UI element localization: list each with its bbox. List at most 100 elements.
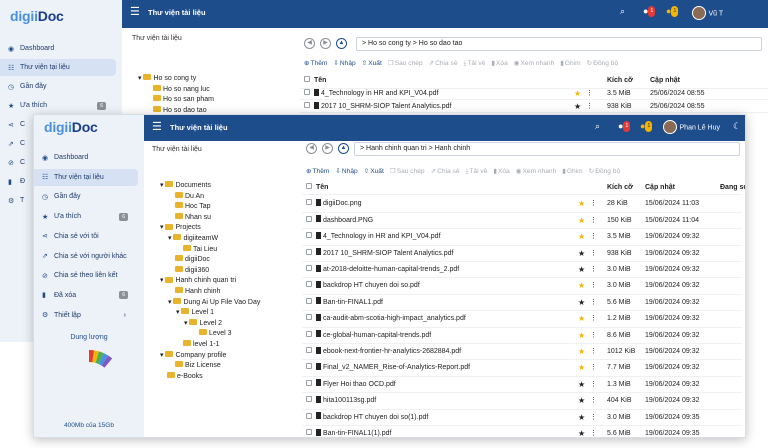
row-checkbox[interactable] bbox=[306, 426, 312, 437]
tree-folder[interactable]: ▾ Dung Ai Up File Vao Day bbox=[160, 297, 260, 309]
sidebar-item-library[interactable]: ☷ Thư viện tại liệu bbox=[0, 59, 116, 76]
sidebar-item-share-other[interactable]: ⇗ Chia sẻ với người khác bbox=[34, 248, 138, 265]
sidebar-item-clock[interactable]: ◷ Gần đây bbox=[0, 78, 116, 95]
file-name[interactable]: ce-global-human-capital-trends.pdf bbox=[316, 328, 574, 344]
row-checkbox[interactable] bbox=[304, 100, 310, 113]
more-options-icon[interactable]: ⋮ bbox=[590, 196, 597, 212]
column-header-size[interactable]: Kích cỡ bbox=[607, 180, 633, 196]
toolbar-button-plus[interactable]: ⊕Thêm bbox=[304, 60, 327, 67]
favorite-star-icon[interactable]: ★ bbox=[574, 100, 581, 113]
table-row[interactable]: 2017 10_SHRM-SIOP Talent Analytics.pdf ★ ⋮… bbox=[302, 246, 742, 262]
sidebar-item-dashboard[interactable]: ◉ Dashboard bbox=[0, 40, 116, 57]
app-logo[interactable]: digiiDoc bbox=[44, 119, 98, 135]
toolbar-button-preview[interactable]: ◉Xem nhanh bbox=[516, 168, 557, 175]
column-header-size[interactable]: Kích cỡ bbox=[607, 74, 633, 87]
sidebar-item-star[interactable]: ★ Ưa thích 6 bbox=[0, 97, 116, 114]
tree-folder[interactable]: Hoc Tap bbox=[160, 202, 260, 213]
favorite-star-icon[interactable]: ★ bbox=[578, 344, 585, 360]
tree-folder[interactable]: ▾ Ho so cong ty bbox=[138, 74, 214, 85]
tree-folder[interactable]: Ho so nang luc bbox=[138, 84, 214, 96]
table-row[interactable]: Ban-tin-FINAL1(1).pdf ★ ⋮ 5.6 MiB 19/06/2024… bbox=[302, 426, 742, 437]
row-checkbox[interactable] bbox=[306, 229, 312, 245]
search-icon[interactable]: ⌕ bbox=[620, 6, 625, 17]
row-checkbox[interactable] bbox=[306, 410, 312, 426]
row-checkbox[interactable] bbox=[304, 87, 310, 100]
select-all-checkbox[interactable] bbox=[306, 180, 312, 196]
favorite-star-icon[interactable]: ★ bbox=[578, 410, 585, 426]
more-options-icon[interactable]: ⋮ bbox=[590, 377, 597, 393]
toolbar-button-sync[interactable]: ↻Đồng bộ bbox=[589, 168, 620, 175]
search-icon[interactable]: ⌕ bbox=[595, 121, 600, 132]
table-row[interactable]: ebook-next-frontier-hr-analytics-2682884… bbox=[302, 344, 742, 361]
favorite-star-icon[interactable]: ★ bbox=[578, 229, 585, 245]
favorite-star-icon[interactable]: ★ bbox=[578, 377, 585, 393]
tree-folder[interactable]: Level 3 bbox=[160, 329, 260, 340]
table-row[interactable]: Ban-tin-FINAL1.pdf ★ ⋮ 5.6 MiB 19/06/2024 09… bbox=[302, 295, 742, 312]
row-checkbox[interactable] bbox=[306, 393, 312, 409]
file-name[interactable]: Ban-tin-FINAL1(1).pdf bbox=[316, 426, 574, 437]
file-name[interactable]: 2017 10_SHRM-SIOP Talent Analytics.pdf bbox=[314, 100, 570, 113]
file-name[interactable]: digiiDoc.png bbox=[316, 196, 574, 212]
tree-folder[interactable]: ▾ Company profile bbox=[160, 350, 260, 362]
tree-folder[interactable]: ▾ Projects bbox=[160, 223, 260, 234]
row-checkbox[interactable] bbox=[306, 246, 312, 262]
table-row[interactable]: 2017 10_SHRM-SIOP Talent Analytics.pdf ★ ⋮… bbox=[300, 100, 768, 113]
favorite-star-icon[interactable]: ★ bbox=[578, 246, 585, 262]
toolbar-button-export[interactable]: ⇧Xuất bbox=[362, 60, 382, 67]
tree-folder[interactable]: Nhan su bbox=[160, 212, 260, 224]
table-row[interactable]: Flyer Hoi thao OCD.pdf ★ ⋮ 1.3 MiB 19/06/202… bbox=[302, 377, 742, 394]
file-name[interactable]: Final_v2_NAMER_Rise-of-Analytics-Report.… bbox=[316, 360, 574, 376]
toolbar-button-download[interactable]: ⤓Tải về bbox=[465, 168, 487, 175]
file-name[interactable]: ebook-next-frontier-hr-analytics-2682884… bbox=[316, 344, 574, 360]
more-options-icon[interactable]: ⋮ bbox=[590, 328, 597, 344]
favorite-star-icon[interactable]: ★ bbox=[578, 295, 585, 311]
toolbar-button-pin[interactable]: ▮Ghim bbox=[562, 168, 582, 175]
tree-folder[interactable]: Ho so san pham bbox=[138, 95, 214, 106]
toolbar-button-plus[interactable]: ⊕Thêm bbox=[306, 168, 329, 175]
back-button[interactable]: ◀ bbox=[304, 38, 315, 49]
tree-folder[interactable]: level 1-1 bbox=[160, 340, 260, 351]
file-name[interactable]: hita100113sg.pdf bbox=[316, 393, 574, 409]
sidebar-item-link[interactable]: ⊘ Chia sẻ theo liên kết bbox=[34, 267, 138, 284]
favorite-star-icon[interactable]: ★ bbox=[578, 196, 585, 212]
file-name[interactable]: Ban-tin-FINAL1.pdf bbox=[316, 295, 574, 311]
toolbar-button-import[interactable]: ⇩Nhập bbox=[335, 168, 357, 175]
favorite-star-icon[interactable]: ★ bbox=[578, 426, 585, 437]
toolbar-button-pin[interactable]: ▮Ghim bbox=[560, 60, 580, 67]
tree-folder[interactable]: Tai Lieu bbox=[160, 244, 260, 256]
toolbar-button-export[interactable]: ⇧Xuất bbox=[364, 168, 384, 175]
favorite-star-icon[interactable]: ★ bbox=[578, 262, 585, 278]
app-logo[interactable]: digiiDoc bbox=[10, 8, 64, 24]
favorite-star-icon[interactable]: ★ bbox=[578, 213, 585, 229]
row-checkbox[interactable] bbox=[306, 344, 312, 360]
breadcrumb[interactable]: > Ho so cong ty > Ho so dao tao bbox=[356, 37, 762, 51]
column-header-user[interactable]: Đang sử dụng bbox=[720, 180, 745, 196]
file-name[interactable]: Flyer Hoi thao OCD.pdf bbox=[316, 377, 574, 393]
more-options-icon[interactable]: ⋮ bbox=[590, 393, 597, 409]
toolbar-button-delete[interactable]: ▮Xóa bbox=[493, 168, 509, 175]
tree-folder[interactable]: Biz License bbox=[160, 361, 260, 372]
table-row[interactable]: backdrop HT chuyen doi so.pdf ★ ⋮ 3.0 MiB 19… bbox=[302, 278, 742, 295]
row-checkbox[interactable] bbox=[306, 311, 312, 327]
table-row[interactable]: Final_v2_NAMER_Rise-of-Analytics-Report.… bbox=[302, 360, 742, 377]
toolbar-button-copy[interactable]: ❐Sao chép bbox=[388, 60, 423, 67]
file-name[interactable]: backdrop HT chuyen doi so(1).pdf bbox=[316, 410, 574, 426]
more-options-icon[interactable]: ⋮ bbox=[590, 410, 597, 426]
toolbar-button-copy[interactable]: ❐Sao chép bbox=[390, 168, 425, 175]
file-name[interactable]: ca-audit-abm-scotia-high-impact_analytic… bbox=[316, 311, 574, 327]
more-options-icon[interactable]: ⋮ bbox=[586, 87, 593, 100]
tree-folder[interactable]: digii360 bbox=[160, 265, 260, 277]
more-options-icon[interactable]: ⋮ bbox=[590, 278, 597, 294]
row-checkbox[interactable] bbox=[306, 196, 312, 212]
toolbar-button-share[interactable]: ⇗Chia sẻ bbox=[429, 60, 458, 67]
sidebar-item-settings[interactable]: ⚙ Thiết lập › bbox=[34, 307, 138, 324]
row-checkbox[interactable] bbox=[306, 295, 312, 311]
more-options-icon[interactable]: ⋮ bbox=[586, 100, 593, 113]
more-options-icon[interactable]: ⋮ bbox=[590, 344, 597, 360]
breadcrumb[interactable]: > Hanh chinh quan tri > Hanh chinh bbox=[354, 142, 740, 156]
file-name[interactable]: backdrop HT chuyen doi so.pdf bbox=[316, 278, 574, 294]
table-row[interactable]: backdrop HT chuyen doi so(1).pdf ★ ⋮ 3.0 Mi… bbox=[302, 410, 742, 426]
table-row[interactable]: hita100113sg.pdf ★ ⋮ 404 KiB 19/06/2024 09:3… bbox=[302, 393, 742, 410]
toolbar-button-delete[interactable]: ▮Xóa bbox=[491, 60, 507, 67]
tree-folder[interactable]: e-Books bbox=[160, 371, 260, 383]
